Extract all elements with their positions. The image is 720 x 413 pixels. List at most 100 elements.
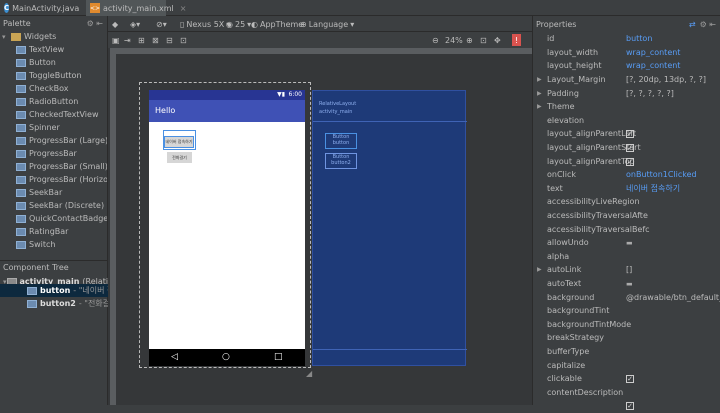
pack-icon[interactable]: ⊡ (180, 34, 187, 46)
palette-item[interactable]: QuickContactBadge (0, 212, 107, 225)
property-row[interactable]: text 네이버 접속하기 (533, 182, 720, 196)
property-value[interactable]: [?, 20dp, 13dp, ?, ?] (626, 75, 720, 84)
resize-handle-icon[interactable]: ◢ (306, 369, 316, 379)
align-icon[interactable]: ⊟ (166, 34, 173, 46)
property-row[interactable]: autoText ▬ (533, 277, 720, 291)
close-icon[interactable]: × (180, 4, 187, 13)
checkbox-icon[interactable]: ✓ (626, 144, 634, 153)
theme-selector[interactable]: ◐ AppTheme (251, 18, 303, 30)
property-row[interactable]: accessibilityTraversalBefc (533, 222, 720, 236)
property-row[interactable]: bufferType (533, 345, 720, 359)
property-value[interactable]: [] (626, 265, 720, 274)
palette-item[interactable]: RadioButton (0, 95, 107, 108)
pan-icon[interactable]: ✥ (494, 34, 501, 46)
property-row[interactable]: contentDescription (533, 386, 720, 400)
blueprint-view[interactable]: RelativeLayout activity_main Button butt… (312, 90, 467, 366)
property-row[interactable]: layout_width wrap_content (533, 46, 720, 60)
property-row[interactable]: background @drawable/btn_default_ma (533, 290, 720, 304)
gear-icon[interactable]: ⚙ ⇤ (700, 20, 716, 29)
property-value[interactable]: 네이버 접속하기 (626, 183, 720, 194)
show-constraints-icon[interactable]: ▣ (112, 34, 120, 46)
property-row[interactable]: accessibilityTraversalAfte (533, 209, 720, 223)
tree-item-button2[interactable]: button2 - "전화걸기" (0, 297, 108, 310)
palette-item[interactable]: CheckedTextView (0, 108, 107, 121)
property-row[interactable]: allowUndo ▬ (533, 236, 720, 250)
checkbox-icon[interactable]: ✓ (626, 375, 634, 384)
palette-item[interactable]: ProgressBar (Large) (0, 134, 107, 147)
palette-item[interactable]: Spinner (0, 121, 107, 134)
palette-item[interactable]: ProgressBar (0, 147, 107, 160)
palette-item[interactable]: SeekBar (Discrete) (0, 199, 107, 212)
property-row[interactable]: layout_height wrap_content (533, 59, 720, 73)
error-icon[interactable]: ! (512, 34, 521, 46)
palette-item[interactable]: ToggleButton (0, 69, 107, 82)
clear-constraints-icon[interactable]: ⊠ (152, 34, 159, 46)
property-value[interactable]: ✓ (626, 401, 720, 411)
swap-view-icon[interactable]: ⇄ (689, 20, 696, 29)
orientation-icon[interactable]: ⊘▾ (156, 18, 167, 30)
gear-icon[interactable]: ⚙ ⇤ (87, 19, 103, 28)
property-row[interactable]: layout_alignParentLeft ✓ (533, 127, 720, 141)
zoom-in-icon[interactable]: ⊕ (466, 34, 473, 46)
dropdown-icon[interactable]: ▬ (626, 239, 633, 247)
checkbox-icon[interactable]: ✓ (626, 130, 634, 139)
checkbox-icon[interactable]: ✓ (626, 157, 634, 166)
tree-item-button[interactable]: button - "네이버 접 (0, 284, 108, 297)
blueprint-mode-icon[interactable]: ◈▾ (130, 18, 140, 30)
property-value[interactable]: ▬ (626, 279, 720, 288)
zoom-out-icon[interactable]: ⊖ (432, 34, 439, 46)
property-value[interactable]: ✓ (626, 129, 720, 139)
property-value[interactable]: wrap_content (626, 61, 720, 70)
tab-activity-main-xml[interactable]: <> activity_main.xml × (86, 0, 186, 16)
palette-item[interactable]: ProgressBar (Horizontal) (0, 173, 107, 186)
checkbox-icon[interactable]: ✓ (626, 402, 634, 411)
language-selector[interactable]: ⊕ Language ▾ (300, 18, 354, 30)
property-row[interactable]: breakStrategy (533, 331, 720, 345)
property-row[interactable]: ▶ Padding [?, ?, ?, ?, ?] (533, 86, 720, 100)
property-value[interactable]: [?, ?, ?, ?, ?] (626, 89, 720, 98)
property-value[interactable]: ▬ (626, 238, 720, 247)
palette-item[interactable]: SeekBar (0, 186, 107, 199)
property-row[interactable]: backgroundTintMode (533, 318, 720, 332)
zoom-to-fit-icon[interactable]: ⊡ (480, 34, 487, 46)
property-row[interactable]: ✓ (533, 399, 720, 413)
property-value[interactable]: @drawable/btn_default_ma (626, 293, 720, 302)
property-row[interactable]: capitalize (533, 358, 720, 372)
chevron-right-icon[interactable]: ▶ (537, 90, 542, 97)
property-row[interactable]: elevation (533, 114, 720, 128)
default-margins-icon[interactable]: ⊞ (138, 34, 145, 46)
chevron-right-icon[interactable]: ▶ (537, 266, 542, 273)
palette-section-widgets[interactable]: ▾ Widgets (0, 30, 107, 43)
api-selector[interactable]: ◉ 25 ▾ (226, 18, 251, 30)
palette-item[interactable]: Switch (0, 238, 107, 251)
tab-mainactivity[interactable]: C MainActivity.java × (0, 0, 92, 16)
property-value[interactable]: ✓ (626, 157, 720, 166)
palette-item[interactable]: ProgressBar (Small) (0, 160, 107, 173)
property-row[interactable]: backgroundTint (533, 304, 720, 318)
design-mode-icon[interactable]: ◆ (112, 18, 118, 30)
device-selector[interactable]: ▯ Nexus 5X ▾ (180, 18, 230, 30)
property-row[interactable]: layout_alignParentTop ✓ (533, 154, 720, 168)
preview-button2[interactable]: 전화걸기 (167, 152, 192, 163)
property-row[interactable]: id button (533, 32, 720, 46)
palette-item[interactable]: CheckBox (0, 82, 107, 95)
autoconnect-icon[interactable]: ⇥ (124, 34, 131, 46)
chevron-right-icon[interactable]: ▶ (537, 103, 542, 110)
property-value[interactable]: wrap_content (626, 48, 720, 57)
property-value[interactable]: button (626, 34, 720, 43)
blueprint-button2[interactable]: Button button2 (325, 153, 357, 169)
property-value[interactable]: ✓ (626, 143, 720, 153)
dropdown-icon[interactable]: ▬ (626, 280, 633, 288)
chevron-right-icon[interactable]: ▶ (537, 76, 542, 83)
property-row[interactable]: accessibilityLiveRegion (533, 195, 720, 209)
property-row[interactable]: ▶ Layout_Margin [?, 20dp, 13dp, ?, ?] (533, 73, 720, 87)
palette-item[interactable]: Button (0, 56, 107, 69)
palette-item[interactable]: TextView (0, 43, 107, 56)
palette-item[interactable]: RatingBar (0, 225, 107, 238)
property-value[interactable]: onButton1Clicked (626, 170, 720, 179)
property-row[interactable]: ▶ autoLink [] (533, 263, 720, 277)
property-row[interactable]: layout_alignParentStart ✓ (533, 141, 720, 155)
property-row[interactable]: ▶ Theme (533, 100, 720, 114)
property-value[interactable]: ✓ (626, 374, 720, 384)
property-row[interactable]: onClick onButton1Clicked (533, 168, 720, 182)
